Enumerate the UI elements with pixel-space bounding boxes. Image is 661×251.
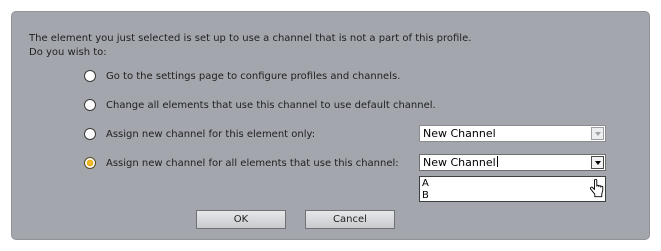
channel-select-all-elements[interactable]: New Channel [419, 154, 606, 171]
option-go-to-settings[interactable]: Go to the settings page to configure pro… [84, 68, 400, 84]
channel-select-element-only-value: New Channel [423, 127, 496, 140]
channel-dropdown-list: A B [419, 176, 606, 202]
option-assign-all-elements-label: Assign new channel for all elements that… [106, 157, 399, 169]
radio-assign-element-only[interactable] [84, 128, 96, 140]
dialog-message: The element you just selected is set up … [29, 33, 472, 44]
dropdown-option-b[interactable]: B [422, 190, 429, 201]
chevron-down-icon [594, 160, 601, 165]
chevron-down-icon [594, 131, 601, 136]
dropdown-button-element-only[interactable] [591, 127, 604, 140]
option-change-to-default[interactable]: Change all elements that use this channe… [84, 97, 436, 113]
dropdown-option-a[interactable]: A [422, 178, 429, 189]
dialog-question: Do you wish to: [29, 47, 107, 58]
option-assign-element-only-label: Assign new channel for this element only… [106, 128, 316, 140]
radio-assign-all-elements[interactable] [84, 157, 96, 169]
channel-select-all-elements-text: New Channel [423, 156, 496, 169]
channel-select-element-only[interactable]: New Channel [419, 125, 606, 142]
ok-button[interactable]: OK [196, 210, 286, 229]
option-assign-element-only[interactable]: Assign new channel for this element only… [84, 126, 315, 142]
radio-change-to-default[interactable] [84, 99, 96, 111]
mouse-pointer-icon [590, 179, 604, 198]
option-assign-all-elements[interactable]: Assign new channel for all elements that… [84, 155, 399, 171]
cancel-button[interactable]: Cancel [305, 210, 395, 229]
channel-select-all-elements-value: New Channel [423, 156, 498, 169]
radio-go-to-settings[interactable] [84, 70, 96, 82]
option-go-to-settings-label: Go to the settings page to configure pro… [106, 70, 401, 82]
option-change-to-default-label: Change all elements that use this channe… [106, 99, 436, 111]
text-caret [496, 156, 498, 167]
dropdown-button-all-elements[interactable] [591, 156, 604, 169]
